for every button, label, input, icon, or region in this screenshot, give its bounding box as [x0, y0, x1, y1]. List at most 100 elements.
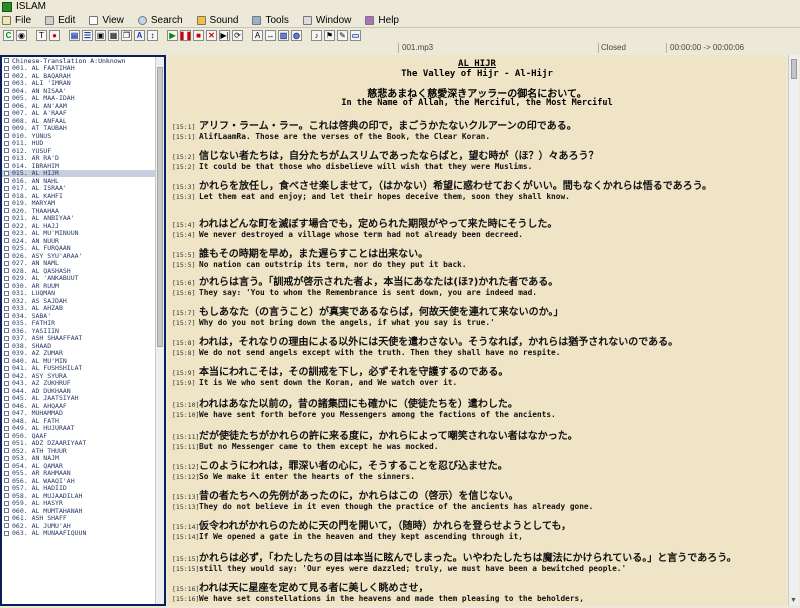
play-icon[interactable]: ▶	[167, 30, 178, 41]
verse-block[interactable]: [15:10] われはあなた以前の，昔の諸集団にも確かに（使徒たちを）遣わした。[…	[172, 395, 782, 419]
verse-number: [15:2]	[172, 153, 196, 161]
menu-sound[interactable]: Sound	[196, 15, 238, 26]
verse-block[interactable]: [15:5] 誰もその時期を早め，また遅らすことは出来ない。 [15:5] No na…	[172, 245, 782, 269]
window-title: ISLAM	[16, 1, 47, 12]
verse-japanese-line: [15:3] かれらを放任し，食べさせ楽しませて，（はかない）希望に惑わせておくが…	[172, 177, 782, 192]
sura-icon	[4, 238, 9, 244]
verse-number: [15:13]	[172, 503, 200, 511]
verse-number: [15:10]	[172, 401, 200, 409]
next-icon[interactable]: ▶|	[219, 30, 230, 41]
verse-english: AlifLaamRa. Those are the verses of the …	[199, 132, 491, 141]
menu-file[interactable]: File	[2, 15, 31, 26]
scroll-thumb[interactable]	[791, 59, 797, 79]
verse-number: [15:8]	[172, 349, 196, 357]
font-up-icon[interactable]: A	[134, 30, 145, 41]
toolbar-separator	[160, 30, 165, 41]
app-switch-icon[interactable]: ◉	[16, 30, 27, 41]
bookmark-icon[interactable]: ⚑	[324, 30, 335, 41]
verse-english: Let them eat and enjoy; and let their ho…	[199, 192, 570, 201]
close-audio-icon[interactable]: ✕	[206, 30, 217, 41]
verse-block[interactable]: [15:13] 昔の者たちへの先例があったのに，かれらはこの（啓示）を信じない。[…	[172, 487, 782, 511]
verse-english: We have set constellations in the heaven…	[199, 594, 584, 603]
verse-english: We have sent forth before you Messengers…	[199, 410, 556, 419]
verse-number: [15:12]	[172, 463, 200, 471]
refresh-icon[interactable]: C	[3, 30, 14, 41]
record-icon[interactable]: ●	[49, 30, 60, 41]
sura-list-item[interactable]: 063. AL MUNAAFIQUUN	[2, 529, 155, 538]
verse-number: [15:6]	[172, 279, 196, 287]
verse-english-line: [15:8] We do not send angels except with …	[172, 348, 782, 357]
verse-block[interactable]: [15:8] われは，それなりの理由による以外には天使を遣わさない。そうなれば，か…	[172, 333, 782, 357]
verse-block[interactable]: [15:15] かれらは必ず，「わたしたちの目は本当に眩んでしまった。いやわたした…	[172, 549, 782, 573]
copy-icon[interactable]: ❐	[121, 30, 132, 41]
layout-icon[interactable]: ▥	[278, 30, 289, 41]
verse-english: But no Messenger came to them except he …	[199, 442, 439, 451]
note-icon[interactable]: ♪	[311, 30, 322, 41]
sura-icon	[4, 320, 9, 326]
stop-icon[interactable]: ■	[193, 30, 204, 41]
verse-block[interactable]: [15:4] われはどんな町を滅ぼす場合でも，定められた期限がやって来た時にそうし…	[172, 215, 782, 239]
scroll-down-icon[interactable]: ▼	[790, 597, 797, 604]
verse-block[interactable]: [15:16] われは天に星座を定めて見る者に美しく眺めさせ， [15:16] We …	[172, 579, 782, 603]
sura-icon	[4, 410, 9, 416]
verse-number: [15:5]	[172, 261, 196, 269]
grid-icon[interactable]: ▦	[108, 30, 119, 41]
verse-block[interactable]: [15:7] もしあなた（の言うこと）が真実であるならば，何故天使を連れて来ないの…	[172, 303, 782, 327]
verse-english: It is We who sent down the Koran, and We…	[199, 378, 458, 387]
sura-list-scrollbar[interactable]	[155, 57, 164, 604]
list-icon[interactable]: ☰	[82, 30, 93, 41]
verse-japanese-line: [15:9] 本当にわれこそは，その訓戒を下し，必ずそれを守護するのである。	[172, 363, 782, 378]
sura-icon	[4, 433, 9, 439]
verse-number: [15:10]	[172, 411, 200, 419]
verse-japanese: われは天に星座を定めて見る者に美しく眺めさせ，	[199, 583, 429, 594]
pause-icon[interactable]: ❚❚	[179, 30, 192, 41]
save-icon[interactable]: ▣	[95, 30, 106, 41]
menu-window[interactable]: Window	[302, 15, 351, 26]
file-icon	[2, 15, 11, 25]
verse-english: No nation can outstrip its term, nor do …	[199, 260, 467, 269]
verse-block[interactable]: [15:2] 信じない者たちは，自分たちがムスリムであったならばと，望む時が（ほ？…	[172, 147, 782, 171]
text-tool-icon[interactable]: T	[36, 30, 47, 41]
verse-number: [15:8]	[172, 339, 196, 347]
app-icon	[2, 1, 12, 12]
verse-english-line: [15:11] But no Messenger came to them exc…	[172, 442, 782, 451]
menu-search[interactable]: Search	[137, 15, 183, 26]
verse-block[interactable]: [15:9] 本当にわれこそは，その訓戒を下し，必ずそれを守護するのである。 [15…	[172, 363, 782, 387]
monitor-icon[interactable]: ▭	[350, 30, 361, 41]
menu-view[interactable]: View	[89, 15, 124, 26]
loop-icon[interactable]: ⟳	[232, 30, 243, 41]
sura-icon	[4, 463, 9, 469]
pen-icon[interactable]: ✎	[337, 30, 348, 41]
sura-icon	[4, 485, 9, 491]
reader-scrollbar[interactable]: ▼	[788, 55, 799, 606]
verse-english-line: [15:4] We never destroyed a village whose…	[172, 230, 782, 239]
spacing-icon[interactable]: ↔	[265, 30, 276, 41]
verse-block[interactable]: [15:11] だが使徒たちがかれらの許に来る度に，かれらによって嘲笑されない者は…	[172, 427, 782, 451]
sura-icon	[4, 253, 9, 259]
edit-icon	[45, 15, 55, 25]
verse-block[interactable]: [15:1] アリフ・ラーム・ラー。これは啓典の印で，まごうかたないクルアーンの印…	[172, 117, 782, 141]
view-icon	[89, 15, 99, 25]
menu-tools[interactable]: Tools	[252, 15, 289, 26]
menu-help[interactable]: Help	[365, 15, 399, 26]
globe-icon[interactable]: ◍	[291, 30, 302, 41]
sura-label: 063. AL MUNAAFIQUUN	[12, 529, 87, 538]
verse-block[interactable]: [15:3] かれらを放任し，食べさせ楽しませて，（はかない）希望に惑わせておくが…	[172, 177, 782, 201]
menu-edit[interactable]: Edit	[45, 15, 75, 26]
sura-icon	[4, 215, 9, 221]
book-icon[interactable]: ▤	[69, 30, 80, 41]
verse-block[interactable]: [15:6] かれらは言う。「訓戒が啓示された者よ，本当にあなたは(ほ?)かれた者…	[172, 273, 782, 297]
sura-list[interactable]: Chinese-Translation A:Unknown 001. AL FAA…	[2, 57, 155, 604]
verse-block[interactable]: [15:12] このようにわれは，罪深い者の心に，そうすることを忍び込ませた。 [1…	[172, 457, 782, 481]
font-icon[interactable]: A	[252, 30, 263, 41]
scroll-thumb[interactable]	[157, 67, 163, 347]
verse-japanese: われは，それなりの理由による以外には天使を遣わさない。そうなれば，かれらは猶予さ…	[199, 337, 679, 348]
sura-icon	[4, 508, 9, 514]
verse-english-line: [15:13] They do not believe in it even th…	[172, 502, 782, 511]
sura-icon	[4, 148, 9, 154]
verse-number: [15:5]	[172, 251, 196, 259]
sura-icon	[4, 343, 9, 349]
verse-number: [15:9]	[172, 379, 196, 387]
sort-icon[interactable]: ↕	[147, 30, 158, 41]
verse-block[interactable]: [15:14] 仮令われがかれらのために天の門を開いて，（随時）かれらを登らせよう…	[172, 517, 782, 541]
